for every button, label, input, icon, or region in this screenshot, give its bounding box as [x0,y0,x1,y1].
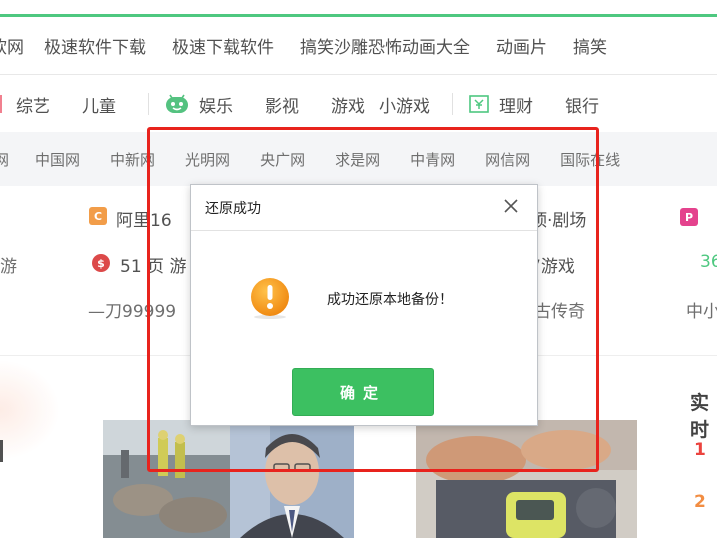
category-item-variety[interactable]: 综艺 [16,92,50,117]
category-label: 娱乐 [199,96,233,117]
brand-badge-icon: P [680,208,698,226]
category-item-finance[interactable]: 理财 [469,92,533,117]
content-link-legend[interactable]: 古传奇 [534,297,585,322]
finance-icon [469,95,489,113]
category-item-film[interactable]: 影视 [265,92,299,117]
category-item-entertainment[interactable]: 娱乐 [165,92,233,117]
site-link[interactable]: 中国网 [35,149,80,170]
top-nav-link[interactable]: 极速软件下载 [44,33,146,58]
category-label: 银行 [565,96,599,117]
warning-icon [249,277,291,319]
news-photo-portrait[interactable] [230,420,354,538]
ali-badge-icon: C [89,207,107,225]
content-link-51page[interactable]: 51 页 游 [120,252,186,277]
content-link-ali[interactable]: 阿里16 [116,206,172,231]
page51-badge-icon: $ [92,254,110,272]
category-label: 综艺 [16,96,50,117]
news-photo-beach[interactable] [103,420,230,538]
top-nav-link[interactable]: 软网 [0,33,24,58]
dialog-header: 还原成功 [191,185,537,231]
category-item-bank[interactable]: 银行 [565,92,599,117]
content-number-36[interactable]: 36 [700,252,717,272]
category-divider [452,93,453,115]
category-nav-bar: 综艺 儿童 娱乐 影视 游戏 小游戏 理财 银行 [0,76,717,132]
category-label: 游戏 [331,96,365,117]
category-item-games[interactable]: 游戏 [331,92,365,117]
category-item-kids[interactable]: 儿童 [82,92,116,117]
smile-icon [165,94,189,114]
category-label: 小游戏 [379,96,430,117]
content-link-drama[interactable]: 顶·剧场 [530,206,586,231]
site-link[interactable]: 光明网 [185,149,230,170]
top-nav-link[interactable]: 搞笑沙雕恐怖动画大全 [300,33,470,58]
right-panel-title: 实时 [690,392,710,441]
category-item-minigames[interactable]: 小游戏 [379,92,430,117]
site-link[interactable]: 求是网 [335,149,380,170]
site-link[interactable]: 中青网 [410,149,455,170]
news-photo-device[interactable] [416,420,637,538]
ok-button[interactable]: 确定 [292,368,434,416]
feed-left-marker [0,440,3,462]
dialog-title: 还原成功 [205,201,261,217]
category-label: 影视 [265,96,299,117]
restore-success-dialog: 还原成功 成功还原本地备份！ 确定 [190,184,538,426]
category-marker-bar [0,95,2,113]
ok-button-label: 确定 [339,383,386,402]
dialog-message: 成功还原本地备份！ [327,292,453,308]
site-link[interactable]: 中新网 [110,149,155,170]
decorative-glow [0,360,60,460]
top-nav-link[interactable]: 动画片 [496,33,547,58]
category-label: 理财 [499,96,533,117]
rank-number: 1 [694,440,706,460]
content-link-center[interactable]: 中小 [686,297,717,322]
content-link-game-left[interactable]: 游 [0,252,17,277]
category-divider [148,93,149,115]
top-nav-link[interactable]: 搞笑 [573,33,607,58]
browser-top-strip [0,0,717,14]
content-link-knife[interactable]: —刀99999 [88,297,176,322]
close-icon[interactable] [501,196,521,216]
top-nav-bar: 软网 极速软件下载 极速下载软件 搞笑沙雕恐怖动画大全 动画片 搞笑 [0,17,717,75]
site-link[interactable]: 央广网 [260,149,305,170]
top-nav-link[interactable]: 极速下载软件 [172,33,274,58]
site-link[interactable]: 国际在线 [560,149,620,170]
category-label: 儿童 [82,96,116,117]
site-nav-bar: 网 中国网 中新网 光明网 央广网 求是网 中青网 网信网 国际在线 [0,132,717,186]
site-link[interactable]: 网 [0,149,9,170]
site-link[interactable]: 网信网 [485,149,530,170]
rank-number: 2 [694,492,706,512]
